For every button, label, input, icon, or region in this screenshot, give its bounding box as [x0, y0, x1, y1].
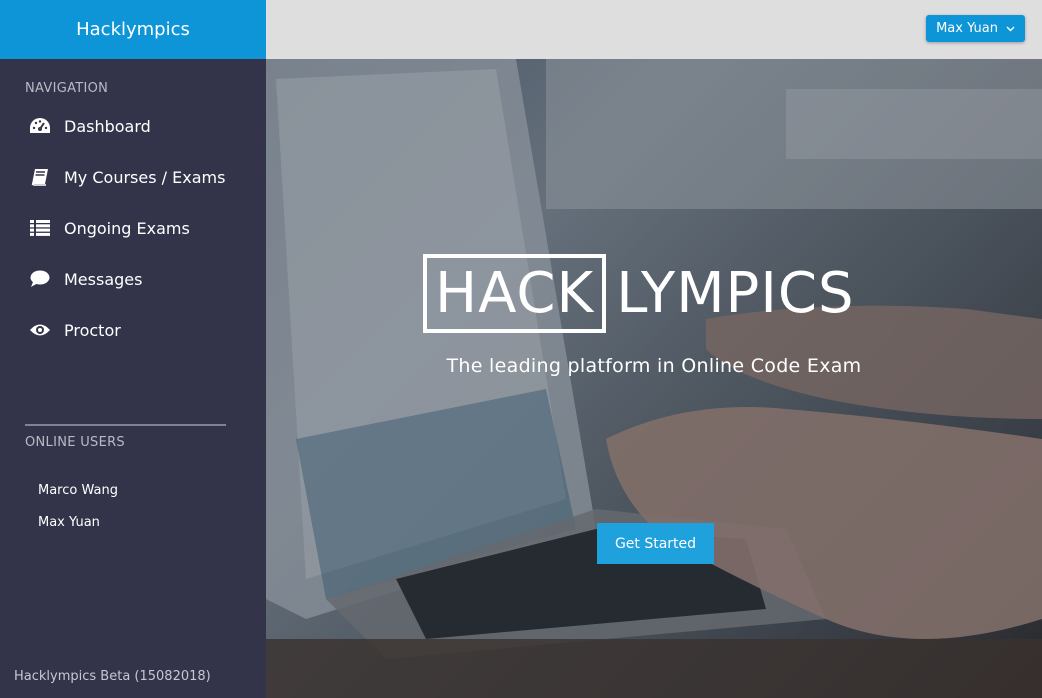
- nav-item-dashboard[interactable]: Dashboard: [28, 116, 151, 136]
- get-started-button[interactable]: Get Started: [597, 523, 714, 564]
- comment-icon: [28, 269, 52, 289]
- online-user-item[interactable]: Max Yuan: [38, 515, 100, 530]
- nav-label-messages: Messages: [64, 269, 143, 289]
- book-icon: [28, 167, 52, 187]
- sidebar: Hacklympics NAVIGATION Dashboard My Cour…: [0, 0, 266, 698]
- nav-label-courses: My Courses / Exams: [64, 167, 226, 187]
- app-brand[interactable]: Hacklympics: [0, 0, 266, 59]
- logo-rest-text: LYMPICS: [616, 261, 855, 326]
- nav-label-proctor: Proctor: [64, 320, 121, 340]
- nav-item-proctor[interactable]: Proctor: [28, 320, 121, 340]
- nav-item-messages[interactable]: Messages: [28, 269, 142, 289]
- online-user-item[interactable]: Marco Wang: [38, 483, 118, 498]
- nav-label-dashboard: Dashboard: [64, 116, 151, 136]
- version-footer: Hacklympics Beta (15082018): [14, 669, 211, 684]
- navigation-label: NAVIGATION: [25, 81, 109, 96]
- online-users-label: ONLINE USERS: [25, 435, 125, 450]
- sidebar-divider: [25, 424, 226, 426]
- hero-section: HACK LYMPICS The leading platform in Onl…: [266, 59, 1042, 698]
- nav-item-courses[interactable]: My Courses / Exams: [28, 167, 225, 187]
- user-menu-button[interactable]: Max Yuan: [926, 15, 1025, 42]
- dashboard-icon: [28, 116, 52, 136]
- logo-boxed-text: HACK: [423, 254, 607, 333]
- hero-overlay: [266, 59, 1042, 698]
- chevron-down-icon: [1006, 21, 1015, 36]
- eye-icon: [28, 320, 52, 340]
- nav-label-ongoing-exams: Ongoing Exams: [64, 218, 190, 238]
- list-icon: [28, 218, 52, 238]
- hacklympics-logo: HACK LYMPICS: [423, 254, 854, 333]
- top-bar: Max Yuan: [266, 0, 1042, 59]
- nav-item-ongoing-exams[interactable]: Ongoing Exams: [28, 218, 190, 238]
- user-name: Max Yuan: [936, 21, 998, 36]
- hero-tagline: The leading platform in Online Code Exam: [446, 355, 862, 377]
